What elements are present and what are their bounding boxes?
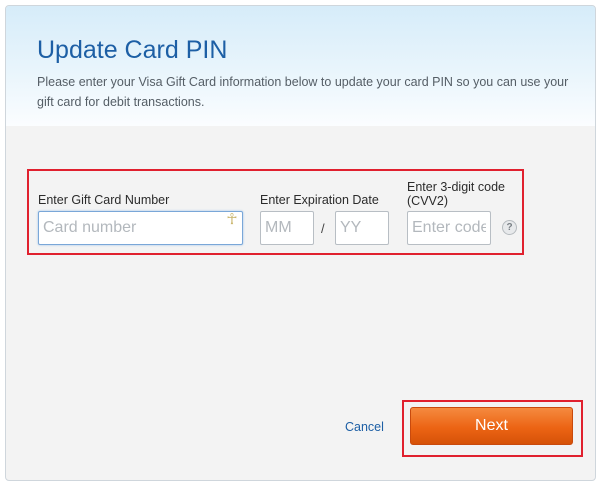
- help-icon[interactable]: ?: [502, 220, 517, 235]
- card-number-input[interactable]: [38, 211, 243, 245]
- page-description: Please enter your Visa Gift Card informa…: [37, 75, 569, 109]
- cvv-input[interactable]: [407, 211, 491, 245]
- card-number-label: Enter Gift Card Number: [38, 193, 170, 207]
- cancel-link[interactable]: Cancel: [345, 420, 384, 434]
- expiration-date-label: Enter Expiration Date: [260, 193, 379, 207]
- next-button[interactable]: Next: [410, 407, 573, 445]
- key-icon: ☥: [226, 211, 238, 228]
- expiration-month-input[interactable]: [260, 211, 314, 245]
- page-title: Update Card PIN: [37, 36, 228, 64]
- date-separator: /: [321, 221, 325, 236]
- expiration-year-input[interactable]: [335, 211, 389, 245]
- card-info-form: Enter Gift Card Number ☥ Enter Expiratio…: [27, 169, 524, 255]
- header-banner: Update Card PIN Please enter your Visa G…: [6, 6, 595, 126]
- cvv-label: Enter 3-digit code (CVV2): [407, 180, 505, 208]
- update-pin-panel: Update Card PIN Please enter your Visa G…: [5, 5, 596, 481]
